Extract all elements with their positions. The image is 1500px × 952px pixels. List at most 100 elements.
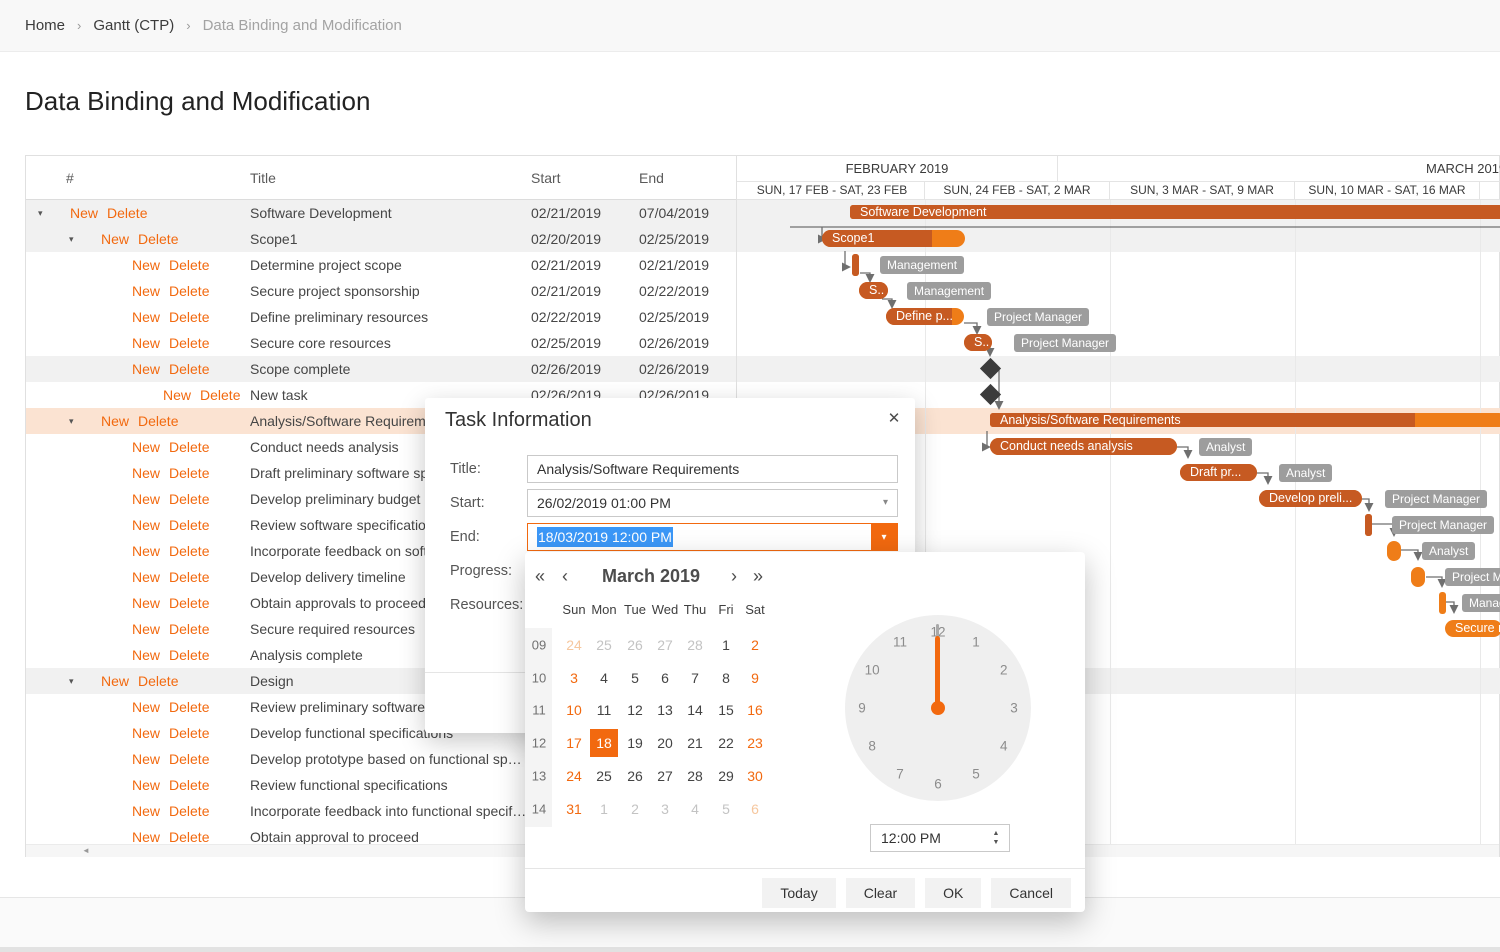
time-input[interactable]: 12:00 PM ▲ ▼	[870, 824, 1010, 852]
delete-task-link[interactable]: Delete	[169, 309, 209, 325]
new-task-link[interactable]: New	[163, 387, 191, 403]
table-row[interactable]: NewDeleteDetermine project scope02/21/20…	[26, 252, 736, 278]
calendar-day[interactable]: 21	[681, 729, 709, 757]
calendar-day[interactable]: 26	[621, 762, 649, 790]
table-row[interactable]: NewDeleteDefine preliminary resources02/…	[26, 304, 736, 330]
task-bar[interactable]: Software Development	[850, 205, 1500, 219]
close-icon[interactable]: ✕	[883, 408, 905, 430]
calendar-day[interactable]: 5	[712, 795, 740, 823]
table-row[interactable]: ▾NewDeleteSoftware Development02/21/2019…	[26, 200, 736, 226]
chevron-down-icon[interactable]: ▾	[883, 490, 888, 516]
new-task-link[interactable]: New	[132, 465, 160, 481]
calendar-day[interactable]: 2	[621, 795, 649, 823]
delete-task-link[interactable]: Delete	[138, 673, 178, 689]
calendar-day[interactable]: 31	[560, 795, 588, 823]
new-task-link[interactable]: New	[132, 803, 160, 819]
delete-task-link[interactable]: Delete	[169, 283, 209, 299]
expand-arrow-icon[interactable]: ▾	[69, 408, 74, 434]
new-task-link[interactable]: New	[132, 569, 160, 585]
delete-task-link[interactable]: Delete	[169, 465, 209, 481]
expand-arrow-icon[interactable]: ▾	[38, 200, 43, 226]
table-row[interactable]: ▾NewDeleteScope102/20/201902/25/2019	[26, 226, 736, 252]
task-bar[interactable]: Define p...	[886, 308, 964, 325]
calendar-day[interactable]: 6	[741, 795, 769, 823]
delete-task-link[interactable]: Delete	[169, 257, 209, 273]
calendar-day[interactable]: 11	[590, 696, 618, 724]
new-task-link[interactable]: New	[132, 725, 160, 741]
task-bar[interactable]: Develop preli...	[1259, 490, 1362, 507]
calendar-caption[interactable]: March 2019	[571, 560, 731, 592]
calendar-day[interactable]: 20	[651, 729, 679, 757]
delete-task-link[interactable]: Delete	[169, 439, 209, 455]
calendar-day[interactable]: 22	[712, 729, 740, 757]
delete-task-link[interactable]: Delete	[169, 595, 209, 611]
today-button[interactable]: Today	[762, 878, 835, 908]
task-bar[interactable]: Analysis/Software Requirements	[990, 413, 1500, 427]
task-bar[interactable]	[1439, 592, 1446, 614]
new-task-link[interactable]: New	[101, 231, 129, 247]
table-row[interactable]: NewDeleteSecure project sponsorship02/21…	[26, 278, 736, 304]
calendar-day[interactable]: 27	[651, 631, 679, 659]
expand-arrow-icon[interactable]: ▾	[69, 668, 74, 694]
calendar-day[interactable]: 24	[560, 631, 588, 659]
table-row[interactable]: NewDeleteScope complete02/26/201902/26/2…	[26, 356, 736, 382]
delete-task-link[interactable]: Delete	[169, 569, 209, 585]
delete-task-link[interactable]: Delete	[169, 647, 209, 663]
calendar-day[interactable]: 19	[621, 729, 649, 757]
scroll-left-icon[interactable]: ◄	[82, 845, 90, 857]
breadcrumb-item[interactable]: Home	[25, 17, 65, 34]
new-task-link[interactable]: New	[132, 335, 160, 351]
new-task-link[interactable]: New	[132, 699, 160, 715]
delete-task-link[interactable]: Delete	[169, 335, 209, 351]
calendar-day[interactable]: 4	[590, 664, 618, 692]
delete-task-link[interactable]: Delete	[169, 803, 209, 819]
task-bar[interactable]	[1387, 541, 1401, 561]
calendar-day[interactable]: 16	[741, 696, 769, 724]
calendar-day[interactable]: 15	[712, 696, 740, 724]
new-task-link[interactable]: New	[132, 491, 160, 507]
calendar-day[interactable]: 3	[560, 664, 588, 692]
calendar-day[interactable]: 23	[741, 729, 769, 757]
new-task-link[interactable]: New	[132, 543, 160, 559]
new-task-link[interactable]: New	[132, 595, 160, 611]
delete-task-link[interactable]: Delete	[169, 361, 209, 377]
calendar-day[interactable]: 4	[681, 795, 709, 823]
calendar-day[interactable]: 25	[590, 631, 618, 659]
new-task-link[interactable]: New	[132, 621, 160, 637]
delete-task-link[interactable]: Delete	[169, 699, 209, 715]
calendar-day[interactable]: 30	[741, 762, 769, 790]
new-task-link[interactable]: New	[70, 205, 98, 221]
calendar-day[interactable]: 1	[590, 795, 618, 823]
spin-down-icon[interactable]: ▼	[989, 839, 1003, 846]
title-field[interactable]: Analysis/Software Requirements	[527, 455, 898, 483]
calendar-day[interactable]: 28	[681, 631, 709, 659]
expand-arrow-icon[interactable]: ▾	[69, 226, 74, 252]
new-task-link[interactable]: New	[132, 751, 160, 767]
task-bar[interactable]	[1365, 514, 1372, 536]
calendar-day[interactable]: 12	[621, 696, 649, 724]
new-task-link[interactable]: New	[132, 283, 160, 299]
calendar-day[interactable]: 7	[681, 664, 709, 692]
end-field-dropdown-button[interactable]: ▾	[871, 524, 897, 550]
previous-year-icon[interactable]: «	[535, 560, 545, 592]
delete-task-link[interactable]: Delete	[169, 829, 209, 844]
calendar-day[interactable]: 5	[621, 664, 649, 692]
spin-up-icon[interactable]: ▲	[989, 830, 1003, 837]
new-task-link[interactable]: New	[101, 673, 129, 689]
new-task-link[interactable]: New	[132, 829, 160, 844]
calendar-day[interactable]: 25	[590, 762, 618, 790]
delete-task-link[interactable]: Delete	[200, 387, 240, 403]
new-task-link[interactable]: New	[132, 309, 160, 325]
delete-task-link[interactable]: Delete	[169, 621, 209, 637]
previous-month-icon[interactable]: ‹	[562, 560, 568, 592]
clear-button[interactable]: Clear	[846, 878, 915, 908]
delete-task-link[interactable]: Delete	[169, 751, 209, 767]
delete-task-link[interactable]: Delete	[169, 777, 209, 793]
next-year-icon[interactable]: »	[753, 560, 763, 592]
delete-task-link[interactable]: Delete	[169, 517, 209, 533]
calendar-day[interactable]: 27	[651, 762, 679, 790]
calendar-day[interactable]: 14	[681, 696, 709, 724]
task-bar[interactable]	[852, 254, 859, 276]
calendar-day[interactable]: 1	[712, 631, 740, 659]
ok-button[interactable]: OK	[925, 878, 981, 908]
